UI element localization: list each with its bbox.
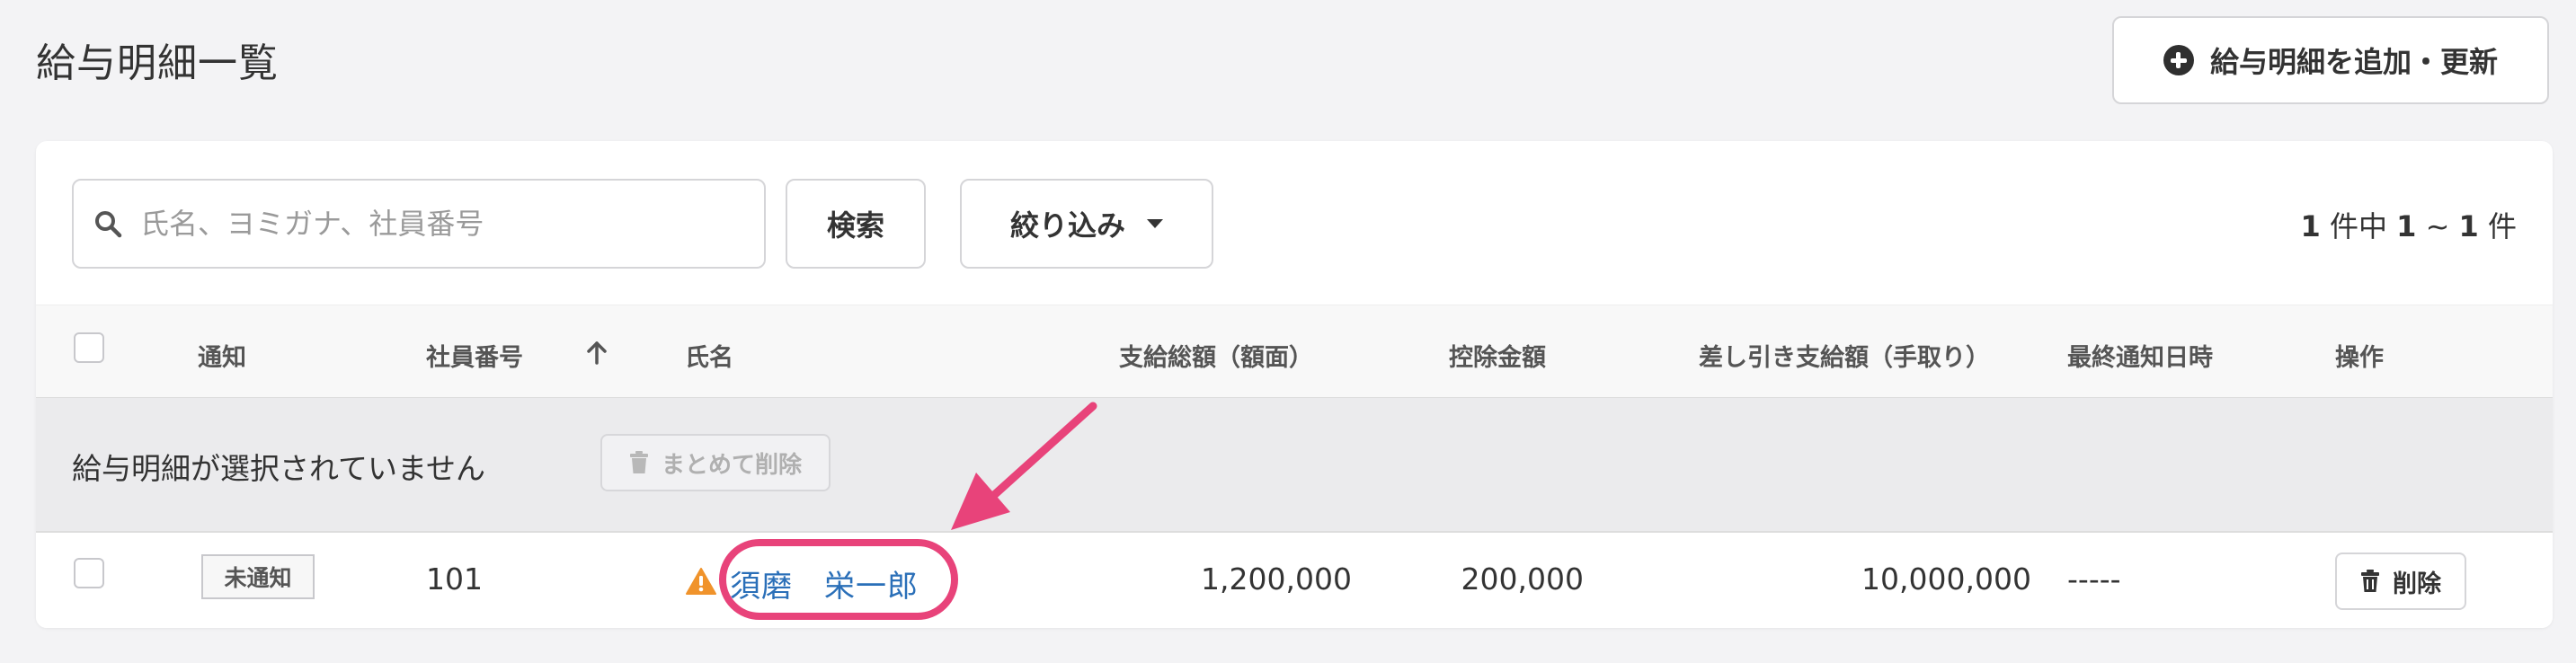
annotation-arrow-icon [951,402,1097,530]
